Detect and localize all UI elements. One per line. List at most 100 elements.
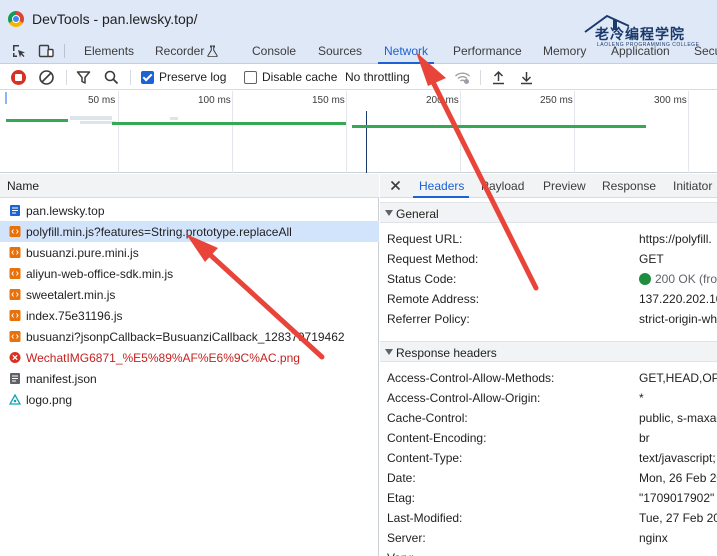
- tab-separator: [64, 44, 65, 58]
- timeline-bar: [80, 121, 116, 124]
- script-icon: [9, 226, 21, 237]
- request-name: manifest.json: [26, 372, 97, 386]
- tab-initiator[interactable]: Initiator: [673, 179, 712, 193]
- tab-memory[interactable]: Memory: [543, 38, 586, 64]
- tab-preview[interactable]: Preview: [543, 179, 586, 193]
- request-name: busuanzi?jsonpCallback=BusuanziCallback_…: [26, 330, 345, 344]
- general-section-title: General: [396, 207, 439, 221]
- preserve-log-label[interactable]: Preserve log: [159, 70, 226, 84]
- request-name: index.75e31196.js: [26, 309, 123, 323]
- tab-elements[interactable]: Elements: [84, 38, 134, 64]
- request-row-sweetalert[interactable]: sweetalert.min.js: [0, 284, 379, 305]
- details-tab-bar: Headers Payload Preview Response Initiat…: [380, 174, 717, 198]
- inspect-element-icon[interactable]: [11, 43, 27, 59]
- record-stop-icon[interactable]: [10, 69, 27, 86]
- throttling-select[interactable]: No throttling: [345, 70, 410, 84]
- request-row-logo[interactable]: logo.png: [0, 389, 379, 410]
- request-row-aliyun-sdk[interactable]: aliyun-web-office-sdk.min.js: [0, 263, 379, 284]
- close-icon[interactable]: [390, 180, 401, 191]
- request-method-value: GET: [639, 252, 664, 266]
- remote-address-key: Remote Address:: [387, 292, 480, 306]
- timeline-load-marker: [366, 111, 367, 173]
- timeline-bar: [6, 119, 68, 122]
- response-header-value: *: [639, 391, 644, 405]
- request-row-manifest[interactable]: manifest.json: [0, 368, 379, 389]
- response-header-key: Server:: [387, 531, 426, 545]
- flask-icon: [207, 45, 218, 57]
- timeline-bar: [352, 125, 646, 128]
- response-headers-section-header[interactable]: Response headers: [380, 341, 717, 362]
- request-name: polyfill.min.js?features=String.prototyp…: [26, 225, 292, 239]
- general-section-header[interactable]: General: [380, 202, 717, 223]
- request-url-key: Request URL:: [387, 232, 463, 246]
- expand-triangle-icon: [385, 210, 393, 216]
- remote-address-value: 137.220.202.10: [639, 292, 717, 306]
- request-name: pan.lewsky.top: [26, 204, 105, 218]
- preserve-log-checkbox[interactable]: [141, 71, 154, 84]
- error-icon: [9, 352, 21, 363]
- referrer-policy-value: strict-origin-wh: [639, 312, 717, 326]
- disable-cache-label[interactable]: Disable cache: [262, 70, 337, 84]
- clear-icon[interactable]: [38, 69, 55, 86]
- timeline-gridline: [232, 91, 233, 173]
- import-har-icon[interactable]: [491, 69, 506, 86]
- tab-response[interactable]: Response: [602, 179, 656, 193]
- tab-network[interactable]: Network: [377, 38, 435, 64]
- response-header-key: Date:: [387, 471, 416, 485]
- watermark-text: 老冷编程学院: [595, 26, 685, 42]
- tab-sources[interactable]: Sources: [318, 38, 362, 64]
- watermark-logo: 老冷编程学院 LAOLENG PROGRAMMING COLLEGE: [583, 14, 717, 50]
- manifest-icon: [10, 373, 20, 384]
- request-row-busuanzi-jsonp[interactable]: busuanzi?jsonpCallback=BusuanziCallback_…: [0, 326, 379, 347]
- watermark-subtext: LAOLENG PROGRAMMING COLLEGE: [597, 42, 700, 48]
- response-header-key: Content-Type:: [387, 451, 463, 465]
- request-row-busuanzi-pure[interactable]: busuanzi.pure.mini.js: [0, 242, 379, 263]
- device-toolbar-icon[interactable]: [38, 43, 54, 59]
- request-name: logo.png: [26, 393, 73, 407]
- tab-recorder[interactable]: Recorder: [155, 38, 204, 64]
- script-icon: [9, 268, 21, 279]
- request-row-pan-lewsky[interactable]: pan.lewsky.top: [0, 200, 379, 221]
- script-icon: [9, 289, 21, 300]
- search-icon[interactable]: [104, 69, 119, 86]
- timeline-gridline: [460, 91, 461, 173]
- export-har-icon[interactable]: [519, 69, 534, 86]
- disable-cache-checkbox[interactable]: [244, 71, 257, 84]
- request-method-key: Request Method:: [387, 252, 479, 266]
- response-header-value: Tue, 27 Feb 20: [639, 511, 717, 525]
- timeline-tick-label: 50 ms: [88, 95, 116, 106]
- toolbar-separator: [130, 70, 131, 85]
- timeline-range-handle[interactable]: [5, 92, 7, 104]
- request-url-value: https://polyfill.: [639, 232, 712, 246]
- request-row-wechat-img[interactable]: WechatIMG6871_%E5%89%AF%E6%9C%AC.png: [0, 347, 379, 368]
- request-row-index[interactable]: index.75e31196.js: [0, 305, 379, 326]
- image-icon: [9, 393, 21, 405]
- tab-performance[interactable]: Performance: [453, 38, 522, 64]
- tab-console[interactable]: Console: [252, 38, 296, 64]
- response-header-key: Etag:: [387, 491, 416, 505]
- chevron-down-icon[interactable]: [432, 75, 441, 81]
- timeline-bar: [70, 116, 112, 120]
- response-header-value: Mon, 26 Feb 20: [639, 471, 717, 485]
- network-conditions-icon[interactable]: [454, 69, 471, 86]
- network-toolbar: Preserve log Disable cache No throttling: [0, 65, 717, 90]
- response-header-value: public, s-maxag: [639, 411, 717, 425]
- filter-icon[interactable]: [76, 69, 91, 86]
- request-name: aliyun-web-office-sdk.min.js: [26, 267, 174, 281]
- request-details-pane: Headers Payload Preview Response Initiat…: [380, 174, 717, 556]
- response-header-value: text/javascript;: [639, 451, 716, 465]
- request-name: busuanzi.pure.mini.js: [26, 246, 139, 260]
- timeline-gridline: [346, 91, 347, 173]
- network-timeline-overview[interactable]: 50 ms 100 ms 150 ms 200 ms 250 ms 300 ms: [0, 91, 717, 173]
- timeline-gridline: [688, 91, 689, 173]
- document-icon: [10, 205, 20, 216]
- name-column-header[interactable]: Name: [0, 174, 379, 198]
- request-row-polyfill[interactable]: polyfill.min.js?features=String.prototyp…: [0, 221, 379, 242]
- tab-headers[interactable]: Headers: [419, 179, 464, 193]
- status-ok-icon: [639, 273, 651, 285]
- expand-triangle-icon: [385, 349, 393, 355]
- response-header-key: Access-Control-Allow-Origin:: [387, 391, 541, 405]
- toolbar-separator: [66, 70, 67, 85]
- timeline-gridline: [118, 91, 119, 173]
- tab-payload[interactable]: Payload: [481, 179, 524, 193]
